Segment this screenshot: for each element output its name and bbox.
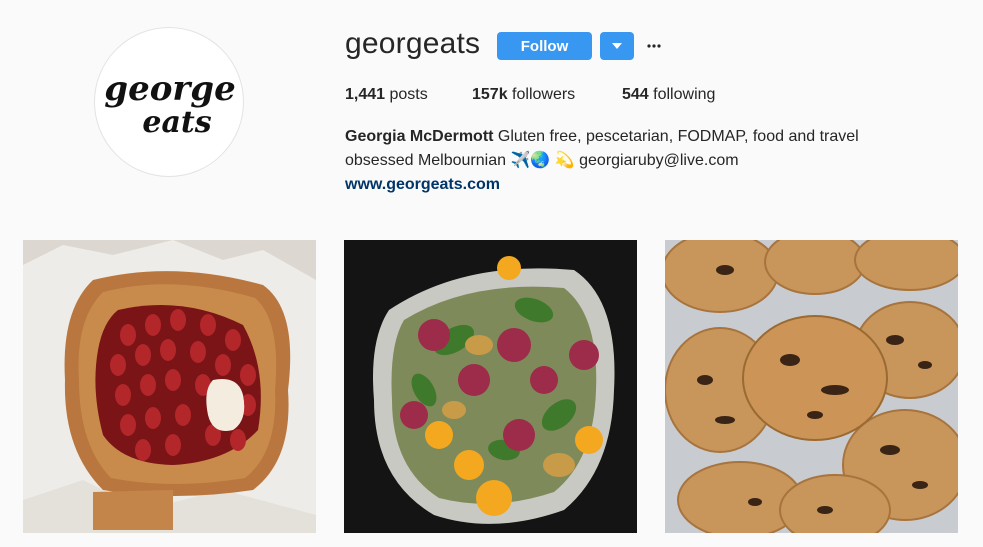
posts-stat: 1,441 posts — [345, 86, 428, 104]
bio-line-1: Georgia McDermott Gluten free, pescetari… — [345, 125, 905, 149]
followers-label: followers — [512, 86, 576, 103]
post-thumbnail-1[interactable] — [23, 240, 316, 533]
follow-button[interactable]: Follow — [497, 32, 592, 60]
salad-photo — [344, 240, 637, 533]
post-thumbnail-3[interactable] — [665, 240, 958, 533]
posts-count: 1,441 — [345, 86, 386, 103]
following-stat[interactable]: 544 following — [622, 86, 715, 104]
more-options-button[interactable] — [643, 32, 665, 60]
bio-text-2: obsessed Melbournian — [345, 152, 506, 169]
posts-label: posts — [389, 86, 428, 103]
galette-photo — [23, 240, 316, 533]
following-label: following — [653, 86, 716, 103]
bio-line-2: obsessed Melbournian ✈️🌏 💫 georgiaruby@l… — [345, 149, 905, 173]
svg-text:eats: eats — [142, 105, 211, 140]
profile-username: georgeats — [345, 27, 481, 60]
profile-full-name: Georgia McDermott — [345, 128, 494, 145]
more-dots-icon — [647, 44, 661, 48]
followers-stat[interactable]: 157k followers — [472, 86, 575, 104]
cookies-photo — [665, 240, 958, 533]
georgeats-logo: george eats — [104, 69, 235, 140]
profile-avatar[interactable]: george eats — [94, 27, 244, 177]
profile-bio: Georgia McDermott Gluten free, pescetari… — [345, 125, 905, 197]
bio-email: georgiaruby@live.com — [579, 152, 739, 169]
following-count: 544 — [622, 86, 649, 103]
suggestions-dropdown-button[interactable] — [600, 32, 634, 60]
post-thumbnail-2[interactable] — [344, 240, 637, 533]
profile-website-link[interactable]: www.georgeats.com — [345, 173, 905, 197]
svg-text:george: george — [104, 69, 235, 109]
caret-down-icon — [612, 43, 622, 49]
bio-text-1: Gluten free, pescetarian, FODMAP, food a… — [497, 128, 859, 145]
followers-count: 157k — [472, 86, 508, 103]
bio-emojis: ✈️🌏 💫 — [510, 152, 575, 169]
